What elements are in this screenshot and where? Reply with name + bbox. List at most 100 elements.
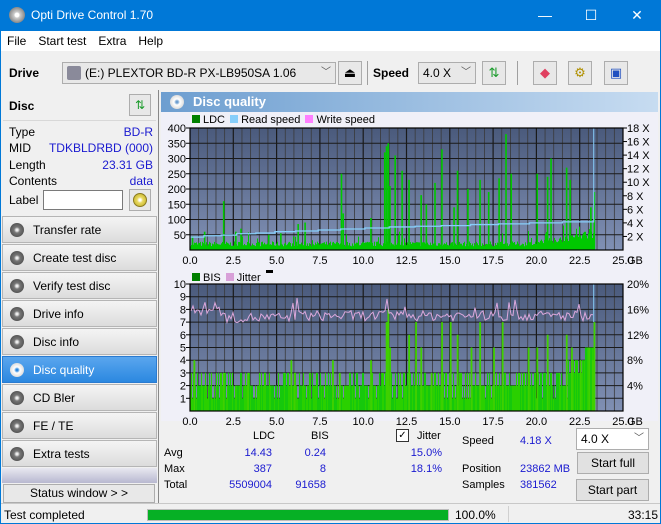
bis-xtick-label: 15.0 — [439, 416, 460, 428]
bis-bar — [319, 385, 320, 411]
bis-bar — [328, 372, 329, 411]
bis-bar — [397, 398, 398, 411]
bis-bar — [414, 385, 415, 411]
bis-bar — [381, 372, 382, 411]
bis-bar — [481, 385, 482, 411]
bis-bar — [365, 385, 366, 411]
bis-bar — [584, 360, 585, 411]
bis-ytick-label: 5 — [180, 343, 186, 355]
bis-bar — [473, 385, 474, 411]
bis-bar — [564, 385, 565, 411]
bis-bar — [443, 372, 444, 411]
bis-bar — [492, 385, 493, 411]
bis-bar — [228, 372, 229, 411]
bis-y2tick-label: 12% — [627, 330, 649, 342]
bis-bar — [196, 398, 197, 411]
bis-bar — [207, 398, 208, 411]
bis-bar — [300, 385, 301, 411]
bis-bar — [440, 385, 441, 411]
bis-bar — [551, 372, 552, 411]
bis-bar — [342, 385, 343, 411]
bis-bar — [330, 372, 331, 411]
bis-bar — [468, 398, 469, 411]
bis-spike — [293, 372, 296, 411]
bis-bar — [400, 372, 401, 411]
bis-bar — [515, 385, 516, 411]
bis-ytick-label: 6 — [180, 330, 186, 342]
speed-value: 4.18 X — [520, 435, 552, 447]
bis-bar — [476, 385, 477, 411]
bis-bar — [231, 385, 232, 411]
bis-bar — [238, 385, 239, 411]
bis-bar — [444, 398, 445, 411]
bis-bar — [433, 385, 434, 411]
bis-bar — [376, 398, 377, 411]
bis-bar — [243, 385, 244, 411]
bis-bar — [278, 372, 279, 411]
bis-bar — [214, 385, 215, 411]
bis-bar — [257, 385, 258, 411]
bis-spike — [290, 360, 293, 411]
bis-bar — [500, 385, 501, 411]
bis-bar — [427, 385, 428, 411]
bis-bar — [355, 398, 356, 411]
bis-bar — [367, 385, 368, 411]
bis-bar — [360, 385, 361, 411]
bis-bar — [489, 372, 490, 411]
bis-bar — [216, 372, 217, 411]
bis-ytick-label: 4 — [180, 355, 186, 367]
bis-bar — [402, 398, 403, 411]
bis-spike — [479, 322, 482, 411]
bis-bar — [325, 372, 326, 411]
bis-spike — [415, 322, 417, 411]
bis-xaxis-unit: GB — [627, 416, 643, 428]
bis-bar — [323, 385, 324, 411]
bis-bar — [354, 385, 355, 411]
bis-xtick-label: 12.5 — [396, 416, 417, 428]
bis-spike — [536, 347, 539, 411]
bis-bar — [208, 385, 209, 411]
bis-y2tick-label: 20% — [627, 279, 649, 291]
bis-bar — [258, 385, 259, 411]
bis-bar — [264, 372, 265, 411]
bis-bar — [199, 385, 200, 411]
bis-bar — [203, 385, 204, 411]
bis-bar — [198, 385, 199, 411]
bis-spike — [420, 347, 423, 411]
bis-bar — [217, 385, 218, 411]
test-speed-select[interactable]: 4.0 X ﹀ — [576, 428, 649, 450]
bis-bar — [244, 385, 245, 411]
bis-bar — [439, 385, 440, 411]
bis-ytick-label: 10 — [174, 279, 186, 291]
bis-spike — [387, 309, 390, 411]
bis-bar — [412, 385, 413, 411]
bis-bar — [229, 385, 230, 411]
checkmark-icon: ✓ — [398, 430, 407, 441]
bis-bar — [232, 372, 233, 411]
bis-bar — [347, 385, 348, 411]
bis-bar — [286, 385, 287, 411]
bis-bar — [225, 372, 226, 411]
bis-bar — [509, 372, 510, 411]
start-part-button[interactable]: Start part — [576, 479, 649, 501]
bis-bar — [349, 372, 350, 411]
start-full-button[interactable]: Start full — [577, 452, 649, 474]
bis-bar — [582, 360, 583, 411]
bis-bar — [544, 372, 545, 411]
bis-bar — [230, 372, 231, 411]
bis-bar — [434, 372, 435, 411]
bis-bar — [346, 385, 347, 411]
app-window: Opti Drive Control 1.70 — ☐ ✕ File Start … — [1, 0, 660, 523]
bis-bar — [426, 385, 427, 411]
jitter-label: Jitter — [417, 430, 441, 442]
bis-bar — [570, 372, 571, 411]
bis-bar — [505, 372, 506, 411]
bis-bar — [205, 372, 206, 411]
bis-y2tick-label: 4% — [627, 381, 643, 393]
jitter-checkbox[interactable]: ✓ — [396, 429, 409, 442]
bis-bar — [514, 385, 515, 411]
bis-bar — [321, 385, 322, 411]
bis-bar — [212, 398, 213, 411]
bis-bar — [314, 385, 315, 411]
bis-spike — [247, 372, 249, 411]
